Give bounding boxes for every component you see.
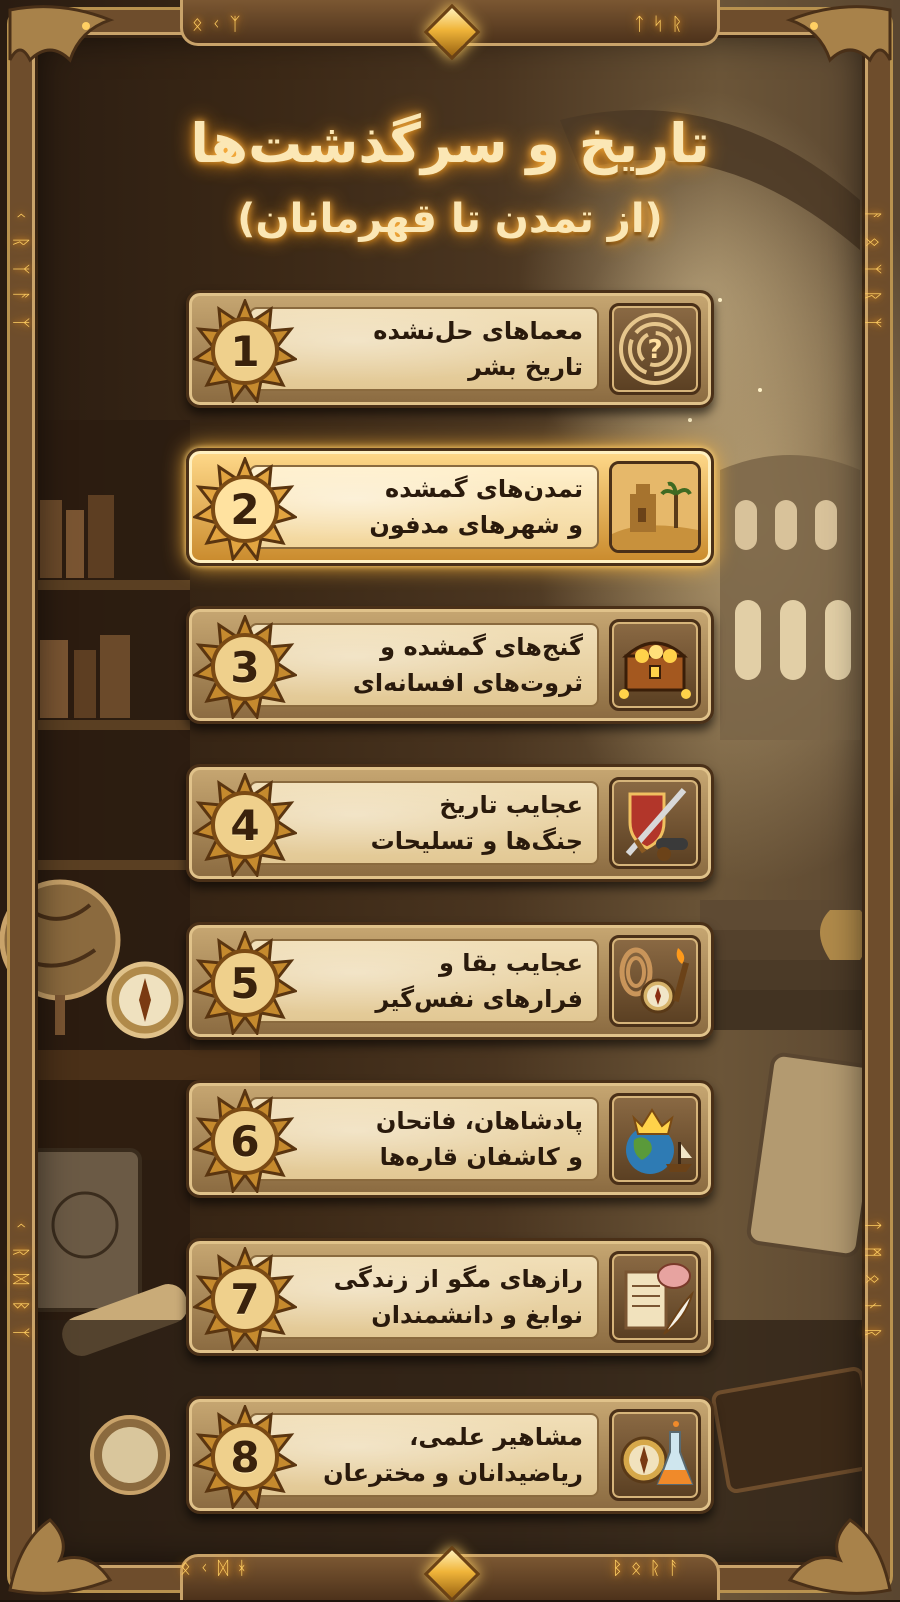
dragon-corner-icon (8, 5, 115, 63)
item-label-line1: عجایب بقا و (438, 949, 583, 977)
item-label: عجایب بقا و فرارهای نفس‌گیر (293, 925, 583, 1037)
number-badge: 3 (191, 612, 299, 721)
griffin-corner-icon (8, 1518, 113, 1595)
number-badge: 7 (191, 1244, 299, 1353)
griffin-corner-icon (787, 1518, 892, 1595)
menu-item-3[interactable]: 3 گنج‌های گمشده و ثروت‌های افسانه‌ای (186, 606, 714, 724)
item-number: 5 (230, 958, 260, 1008)
item-label-line1: پادشاهان، فاتحان (375, 1107, 583, 1135)
item-number: 3 (230, 642, 260, 692)
scroll-brain-quill-icon (609, 1251, 701, 1343)
item-label: رازهای مگو از زندگی نوابغ و دانشمندان (293, 1241, 583, 1353)
dragon-corner-icon (785, 5, 892, 63)
menu-item-6[interactable]: 6 پادشاهان، فاتحان و کاشفان قاره‌ها (186, 1080, 714, 1198)
item-label-line2: و شهرهای مدفون (369, 511, 583, 539)
shield-sword-cannon-icon (609, 777, 701, 869)
menu-item-8[interactable]: 8 مشاهیر علمی، ریاضیدانان و مخترعان (186, 1396, 714, 1514)
item-number: 7 (230, 1274, 260, 1324)
number-badge: 5 (191, 928, 299, 1037)
number-badge: 1 (191, 296, 299, 405)
item-label: عجایب تاریخ جنگ‌ها و تسلیحات (293, 767, 583, 879)
crown-globe-ship-icon (609, 1093, 701, 1185)
item-label-line1: عجایب تاریخ (439, 791, 583, 819)
rune-inscription: ᛏᛋᚱ (634, 14, 691, 35)
treasure-chest-icon (609, 619, 701, 711)
svg-text:?: ? (647, 335, 662, 365)
item-label: معماهای حل‌نشده تاریخ بشر (293, 293, 583, 405)
page-title: تاریخ و سرگذشت‌ها (190, 112, 710, 175)
item-label-line2: و کاشفان قاره‌ها (379, 1143, 583, 1171)
item-label-line2: تاریخ بشر (468, 353, 583, 381)
page-subtitle: (از تمدن تا قهرمانان) (237, 196, 663, 242)
item-number: 4 (230, 800, 260, 850)
item-number: 8 (230, 1432, 260, 1482)
number-badge: 6 (191, 1086, 299, 1195)
item-label-line1: تمدن‌های گمشده (385, 475, 583, 503)
item-label-line1: رازهای مگو از زندگی (333, 1265, 583, 1293)
rune-inscription: ᛟᚲᛞᚼ (180, 1558, 256, 1579)
maze-question-icon: ? (609, 303, 701, 395)
rope-compass-torch-icon (609, 935, 701, 1027)
rune-inscription: ᛏᛗᛟᚾᚱ (862, 1220, 883, 1354)
menu-item-4[interactable]: 4 عجایب تاریخ جنگ‌ها و تسلیحات (186, 764, 714, 882)
item-label: تمدن‌های گمشده و شهرهای مدفون (293, 451, 583, 563)
number-badge: 4 (191, 770, 299, 879)
rune-inscription: ᛒᛟᚱᚨ (612, 1558, 688, 1579)
item-number: 1 (230, 326, 260, 376)
item-number: 2 (230, 484, 260, 534)
menu-item-7[interactable]: 7 رازهای مگو از زندگی نوابغ و دانشمندان (186, 1238, 714, 1356)
item-label: گنج‌های گمشده و ثروت‌های افسانه‌ای (293, 609, 583, 721)
item-label: مشاهیر علمی، ریاضیدانان و مخترعان (293, 1399, 583, 1511)
item-label-line2: فرارهای نفس‌گیر (375, 985, 583, 1013)
menu-item-1[interactable]: 1 معماهای حل‌نشده تاریخ بشر ? (186, 290, 714, 408)
rune-inscription: ᛟᚲᛉ (192, 14, 249, 35)
item-label-line1: مشاهیر علمی، (409, 1423, 583, 1451)
compass-flask-icon (609, 1409, 701, 1501)
item-label-line2: نوابغ و دانشمندان (371, 1301, 583, 1329)
item-label-line2: جنگ‌ها و تسلیحات (370, 827, 583, 855)
desert-ruins-icon (609, 461, 701, 553)
menu-item-5[interactable]: 5 عجایب بقا و فرارهای نفس‌گیر (186, 922, 714, 1040)
item-label-line1: گنج‌های گمشده و (380, 633, 583, 661)
menu-item-2[interactable]: 2 تمدن‌های گمشده و شهرهای مدفون (186, 448, 714, 566)
number-badge: 8 (191, 1402, 299, 1511)
item-label: پادشاهان، فاتحان و کاشفان قاره‌ها (293, 1083, 583, 1195)
number-badge: 2 (191, 454, 299, 563)
item-label-line2: ثروت‌های افسانه‌ای (352, 669, 583, 697)
rune-inscription: ᚲᚱᛞᛒᛉ (10, 1220, 31, 1354)
item-label-line2: ریاضیدانان و مخترعان (323, 1459, 583, 1487)
item-number: 6 (230, 1116, 260, 1166)
item-label-line1: معماهای حل‌نشده (373, 317, 583, 345)
